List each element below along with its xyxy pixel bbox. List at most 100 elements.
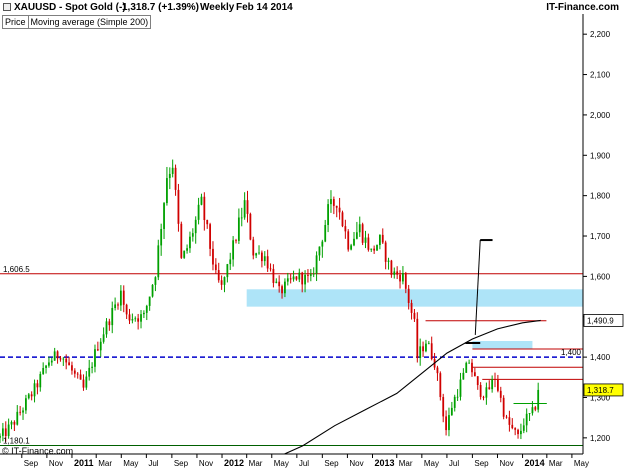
x-tick-label-20: Nov <box>499 459 513 468</box>
candle-body-183 <box>525 413 528 426</box>
candle-body-187 <box>537 389 540 410</box>
candle-body-174 <box>499 390 502 398</box>
candle-body-7 <box>19 411 22 413</box>
candle-body-107 <box>307 274 309 276</box>
y-tick-label-2000: 2,000 <box>590 111 611 120</box>
candle-body-186 <box>534 407 537 410</box>
candle-body-185 <box>531 407 534 414</box>
header-period: Weekly <box>200 2 235 13</box>
zone-1525-1565 <box>246 289 583 307</box>
candle-body-128 <box>367 237 370 250</box>
candle-body-47 <box>134 318 137 320</box>
y-tick-label-1700: 1,700 <box>590 232 611 241</box>
candle-body-150 <box>430 343 433 360</box>
candle-body-57 <box>163 203 165 229</box>
candle-body-50 <box>142 312 145 315</box>
x-tick-label-8: Nov <box>199 459 213 468</box>
candle-body-82 <box>235 240 237 242</box>
candle-body-89 <box>255 253 258 256</box>
candle-body-120 <box>344 226 347 232</box>
x-tick-label-2: Nov <box>49 459 63 468</box>
candle-body-78 <box>223 277 226 285</box>
x-tick-label-14: Nov <box>349 459 363 468</box>
candle-body-87 <box>249 213 252 240</box>
candle-body-15 <box>42 367 45 374</box>
candle-body-184 <box>528 413 531 414</box>
candle-body-99 <box>284 281 286 294</box>
x-tick-label-13: Sep <box>324 459 339 468</box>
candle-body-85 <box>243 200 246 218</box>
candle-body-118 <box>338 207 341 213</box>
x-tick-label-15: 2013 <box>374 458 394 468</box>
header-brand[interactable]: IT-Finance.com <box>546 2 619 13</box>
candle-body-10 <box>27 394 30 399</box>
candle-body-106 <box>304 274 306 285</box>
candle-body-83 <box>237 217 240 241</box>
candle-body-61 <box>174 167 177 190</box>
candle-body-19 <box>53 351 56 361</box>
candle-body-163 <box>468 362 471 364</box>
candle-body-71 <box>203 196 206 221</box>
candle-body-65 <box>186 248 188 251</box>
candle-body-162 <box>465 362 468 373</box>
candle-body-70 <box>200 196 203 205</box>
legend-price[interactable]: Price <box>3 16 28 28</box>
candle-body-145 <box>416 318 419 359</box>
candle-body-39 <box>111 307 114 326</box>
candle-body-54 <box>154 277 157 285</box>
resistance-1606-label: 1,606.5 <box>3 265 30 274</box>
candle-body-23 <box>65 358 68 363</box>
candle-body-178 <box>511 424 514 429</box>
chart-control-icon[interactable] <box>3 3 11 11</box>
legend-moving-average[interactable]: Moving average (Simple 200) <box>27 16 151 28</box>
candle-body-28 <box>79 374 82 380</box>
candle-body-3 <box>7 424 10 437</box>
candle-body-79 <box>226 264 229 278</box>
candle-body-59 <box>168 173 171 179</box>
candle-body-148 <box>425 343 427 352</box>
candle-body-112 <box>321 241 324 247</box>
candle-body-80 <box>229 259 232 265</box>
legend-box: Price Moving average (Simple 200) <box>2 15 152 29</box>
candle-body-75 <box>214 264 217 271</box>
price-chart[interactable]: 1,2001,3001,4001,5001,6001,7001,8001,900… <box>0 0 625 469</box>
candle-body-127 <box>364 237 367 243</box>
candle-body-146 <box>419 346 422 359</box>
y-tick-label-1400: 1,400 <box>590 353 611 362</box>
header-date: Feb 14 2014 <box>236 2 293 13</box>
candle-body-76 <box>217 270 220 281</box>
candle-body-121 <box>347 231 350 250</box>
candle-body-38 <box>108 321 111 326</box>
candle-body-20 <box>56 351 59 359</box>
candle-body-29 <box>82 379 85 388</box>
candle-body-158 <box>453 396 456 408</box>
candle-body-152 <box>436 367 439 374</box>
candle-body-36 <box>102 334 105 342</box>
candle-body-102 <box>292 276 295 280</box>
candle-body-53 <box>151 284 154 297</box>
candle-body-91 <box>260 252 263 262</box>
candle-body-37 <box>105 321 108 335</box>
candle-body-94 <box>269 268 272 270</box>
candle-body-124 <box>355 232 358 239</box>
candle-body-172 <box>494 379 496 380</box>
candle-body-40 <box>114 304 117 308</box>
x-tick-label-3: 2011 <box>74 458 94 468</box>
x-tick-label-12: Jul <box>299 459 309 468</box>
x-tick-label-1: Sep <box>24 459 39 468</box>
candle-body-173 <box>496 379 499 391</box>
candle-body-64 <box>183 250 186 258</box>
candle-body-33 <box>94 349 96 367</box>
candle-body-144 <box>413 312 416 319</box>
candle-body-41 <box>117 304 119 306</box>
candle-body-5 <box>13 421 16 425</box>
x-tick-label-9: 2012 <box>224 458 244 468</box>
candle-body-130 <box>373 248 376 251</box>
candle-body-136 <box>390 260 393 275</box>
candle-body-4 <box>10 421 13 425</box>
candle-body-60 <box>171 167 174 174</box>
candle-body-156 <box>448 415 450 431</box>
x-tick-label-7: Sep <box>174 459 189 468</box>
candle-body-34 <box>96 349 99 351</box>
candle-body-55 <box>157 245 160 278</box>
